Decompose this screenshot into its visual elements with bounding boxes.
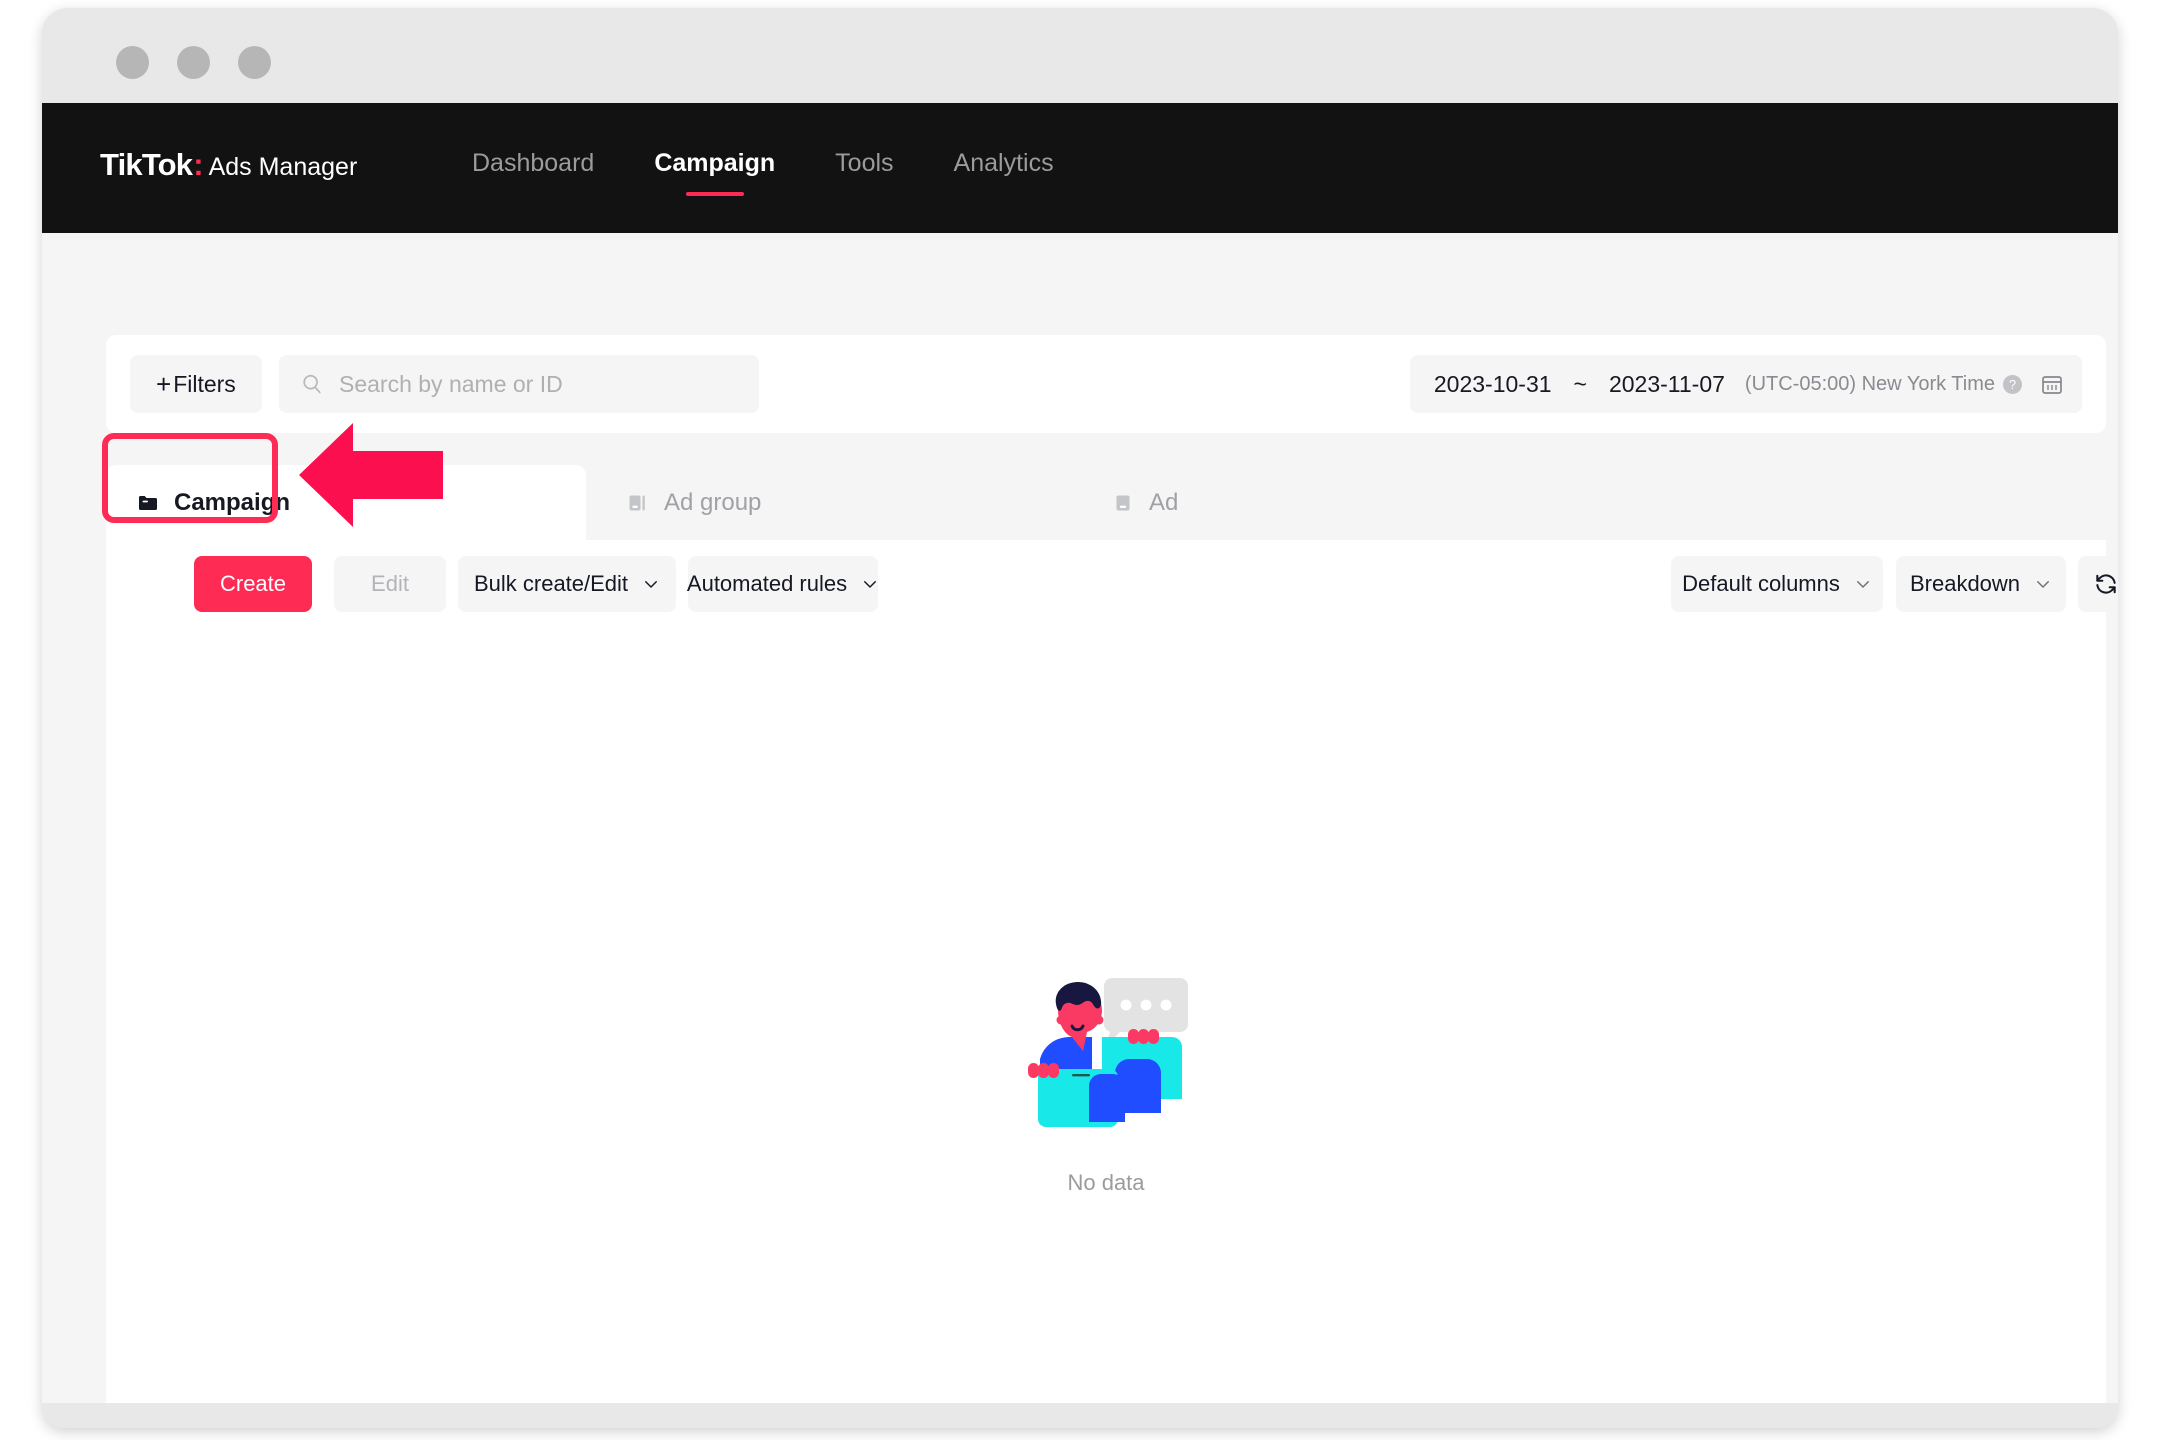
window-maximize-button[interactable]	[238, 46, 271, 79]
level-tabs: Campaign Ad group Ad	[106, 465, 2106, 540]
chevron-down-icon	[1854, 575, 1872, 593]
default-columns-dropdown[interactable]: Default columns	[1671, 556, 1883, 612]
edit-button[interactable]: Edit	[334, 556, 446, 612]
automated-rules-dropdown[interactable]: Automated rules	[686, 556, 879, 612]
automated-rules-label: Automated rules	[686, 571, 848, 596]
nav-item-analytics[interactable]: Analytics	[954, 149, 1054, 196]
search-input[interactable]	[337, 369, 721, 399]
folder-icon	[139, 495, 157, 510]
bulk-create-edit-dropdown[interactable]: Bulk create/Edit	[458, 556, 676, 612]
chevron-down-icon	[2034, 575, 2052, 593]
edit-button-label: Edit	[371, 571, 409, 596]
tab-ad-label: Ad	[1149, 488, 1179, 516]
page-viewport: TikTok: Ads Manager Dashboard Campaign To…	[42, 103, 2118, 1403]
adgroup-icon	[629, 495, 645, 510]
primary-nav-links: Dashboard Campaign Tools Analytics	[472, 149, 1054, 196]
browser-window: TikTok: Ads Manager Dashboard Campaign To…	[42, 8, 2118, 1428]
search-field[interactable]	[279, 355, 759, 413]
bulk-create-edit-label: Bulk create/Edit	[473, 571, 629, 596]
tab-campaign-label: Campaign	[174, 488, 291, 516]
empty-state: No data	[106, 630, 2106, 1403]
default-columns-label: Default columns	[1682, 571, 1840, 596]
help-icon[interactable]: ?	[2003, 374, 2022, 394]
brand-ads-manager-text: Ads Manager	[208, 153, 358, 181]
tab-campaign[interactable]: Campaign	[106, 465, 586, 540]
create-button[interactable]: Create	[194, 556, 312, 612]
refresh-button[interactable]	[2078, 556, 2118, 612]
nav-item-dashboard[interactable]: Dashboard	[472, 149, 594, 196]
no-data-illustration	[1028, 978, 1188, 1127]
empty-state-label: No data	[1067, 1170, 1145, 1195]
chevron-down-icon	[861, 575, 879, 593]
date-range-picker[interactable]: 2023-10-31 ~ 2023-11-07 (UTC-05:00) New …	[1409, 355, 2082, 413]
page-content: +Filters 2023-10-31 ~ 2023-11-07 (UTC-05…	[42, 233, 2118, 1403]
campaign-content-card: Campaign Ad group Ad Create Edit Bulk cr…	[106, 465, 2118, 1403]
tab-ad[interactable]: Ad	[1081, 465, 1481, 540]
breakdown-dropdown[interactable]: Breakdown	[1896, 556, 2066, 612]
nav-item-tools[interactable]: Tools	[835, 149, 893, 196]
campaign-toolbar: Create Edit Bulk create/Edit Automated r…	[106, 540, 2118, 630]
nav-item-campaign[interactable]: Campaign	[654, 149, 775, 196]
filters-button-label: Filters	[173, 370, 236, 397]
window-close-button[interactable]	[116, 46, 149, 79]
date-range-end: 2023-11-07	[1608, 370, 1725, 397]
tab-ad-group-label: Ad group	[664, 488, 762, 516]
create-button-label: Create	[219, 571, 287, 596]
refresh-icon	[2096, 574, 2116, 594]
window-minimize-button[interactable]	[177, 46, 210, 79]
date-range-start: 2023-10-31	[1433, 370, 1552, 397]
timezone-label: (UTC-05:00) New York Time	[1744, 372, 1995, 395]
window-titlebar	[42, 8, 2118, 103]
brand-tiktok-text: TikTok	[100, 147, 193, 182]
tab-ad-group[interactable]: Ad group	[596, 465, 1076, 540]
filter-bar-card: +Filters 2023-10-31 ~ 2023-11-07 (UTC-05…	[106, 335, 2106, 433]
ad-icon	[1116, 495, 1130, 510]
calendar-icon[interactable]	[2040, 372, 2064, 396]
chevron-down-icon	[642, 575, 660, 593]
breakdown-label: Breakdown	[1909, 571, 2021, 596]
top-navigation-bar: TikTok: Ads Manager Dashboard Campaign To…	[42, 103, 2118, 233]
tiktok-ads-manager-logo[interactable]: TikTok: Ads Manager	[100, 147, 357, 183]
plus-icon: +	[156, 369, 172, 399]
filters-button[interactable]: + Filters	[130, 355, 262, 413]
date-range-separator: ~	[1573, 370, 1587, 397]
search-icon	[303, 374, 321, 394]
brand-colon: :	[193, 147, 204, 182]
